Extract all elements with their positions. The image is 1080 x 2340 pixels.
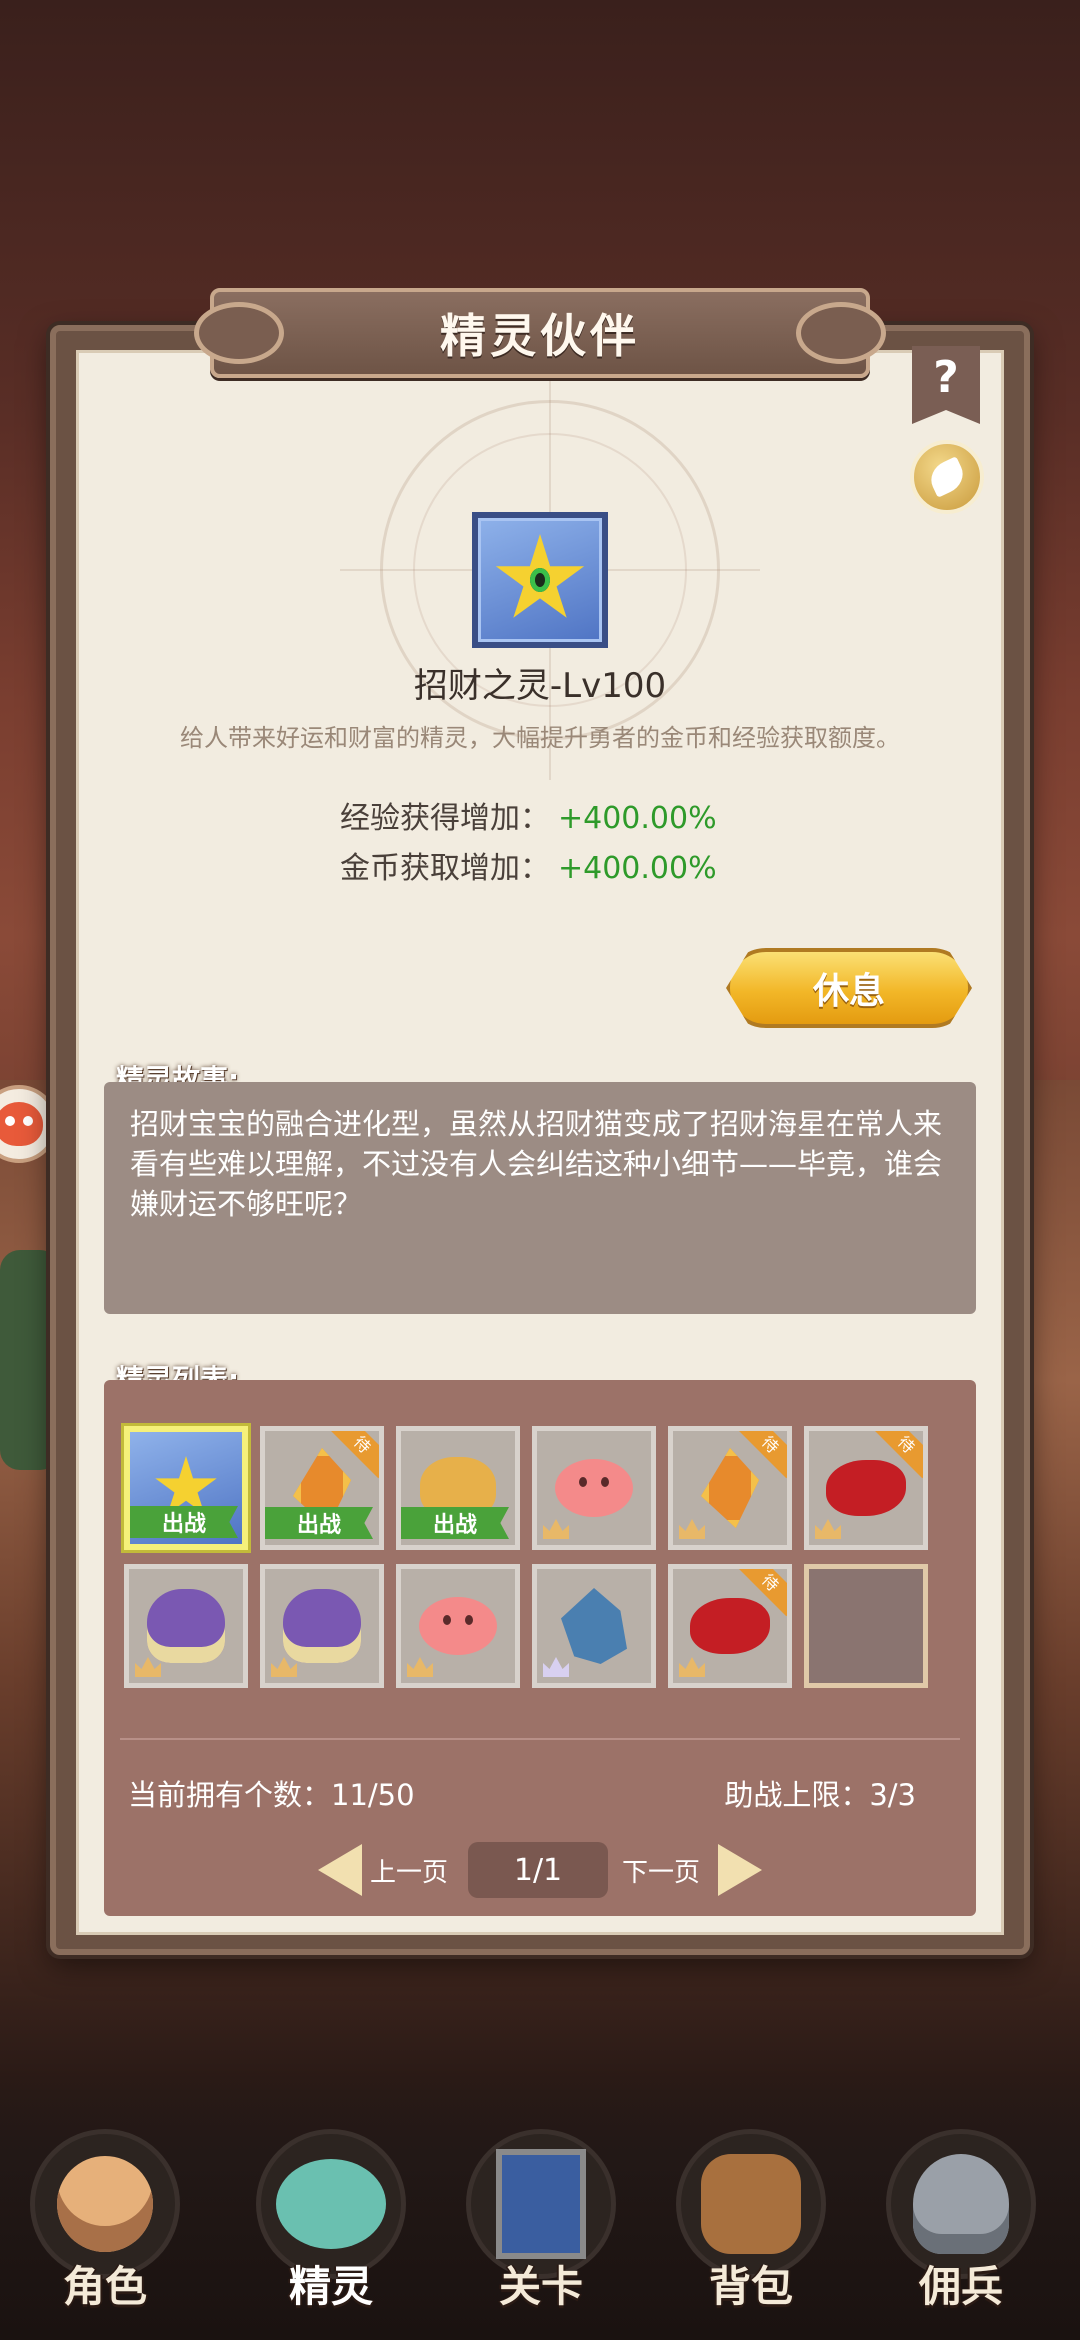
battle-tag: 出战	[265, 1507, 373, 1539]
spirit-grid: 出战待出战 出战待待待	[124, 1426, 928, 1688]
featured-spirit-description: 给人带来好运和财富的精灵，大幅提升勇者的金币和经验获取额度。	[180, 724, 900, 752]
crown-rank-icon	[543, 1657, 569, 1677]
featured-spirit-name: 招财之灵-Lv100	[413, 666, 667, 706]
question-icon: ?	[933, 352, 959, 403]
wing-button[interactable]	[910, 440, 984, 514]
nav-mercenary[interactable]: 佣兵	[866, 2110, 1056, 2340]
crown-rank-icon	[271, 1657, 297, 1677]
battle-tag: 出战	[401, 1507, 509, 1539]
crown-rank-icon	[679, 1657, 705, 1677]
spirit-slot[interactable]	[396, 1564, 520, 1688]
nav-label: 佣兵	[918, 2262, 1003, 2311]
mascot-face-icon	[0, 1102, 43, 1146]
crown-rank-icon	[135, 1657, 161, 1677]
page-title: 精灵伙伴	[440, 309, 640, 363]
spirit-slot[interactable]	[532, 1564, 656, 1688]
red-spirit-icon	[690, 1598, 770, 1654]
stat-label: 经验获得增加：	[340, 801, 550, 836]
assist-limit: 助战上限：3/3	[724, 1778, 916, 1812]
red-spirit-icon	[826, 1460, 906, 1516]
spirit-slot[interactable]: 待	[804, 1426, 928, 1550]
nav-backpack[interactable]: 背包	[656, 2110, 846, 2340]
crown-rank-icon	[407, 1657, 433, 1677]
spirit-slot[interactable]	[532, 1426, 656, 1550]
nav-stage[interactable]: 关卡	[446, 2110, 636, 2340]
wing-icon	[925, 456, 969, 498]
crown-rank-icon	[679, 1519, 705, 1539]
purple-helmet-icon	[147, 1589, 225, 1663]
crown-rank-icon	[543, 1519, 569, 1539]
spirit-slot[interactable]: 待	[668, 1564, 792, 1688]
blue-dragon-icon	[561, 1588, 627, 1664]
battle-tag: 出战	[130, 1506, 238, 1538]
prev-page-button[interactable]: 上一页	[370, 1842, 448, 1898]
crown-rank-icon	[815, 1519, 841, 1539]
nav-label: 角色	[62, 2262, 147, 2311]
stat-value: +400.00%	[558, 851, 717, 886]
spirit-slot[interactable]: 出战	[124, 1426, 248, 1550]
spirit-slot[interactable]: 待	[668, 1426, 792, 1550]
stat-exp-bonus: 经验获得增加： +400.00%	[340, 793, 800, 837]
star-spirit-icon	[495, 534, 585, 618]
stat-value: +400.00%	[558, 801, 717, 836]
story-text: 招财宝宝的融合进化型，虽然从招财猫变成了招财海星在常人来看有些难以理解，不过没有…	[104, 1082, 976, 1314]
rest-button[interactable]: 休息	[726, 948, 972, 1028]
nav-label: 背包	[708, 2262, 793, 2311]
purple-helmet-icon	[283, 1589, 361, 1663]
title-banner: 精灵伙伴	[194, 288, 886, 378]
pink-blob-icon	[555, 1459, 633, 1517]
banner-ornament-left	[194, 302, 284, 364]
next-page-button[interactable]: 下一页	[622, 1842, 700, 1898]
stat-label: 金币获取增加：	[340, 851, 550, 886]
spirit-slot[interactable]: 出战	[396, 1426, 520, 1550]
featured-spirit-icon	[472, 512, 608, 648]
divider	[120, 1738, 960, 1740]
spirit-slot[interactable]	[260, 1564, 384, 1688]
empty-spirit-slot[interactable]	[804, 1564, 928, 1688]
pink-blob-icon	[419, 1597, 497, 1655]
nav-label: 关卡	[498, 2262, 583, 2311]
stat-gold-bonus: 金币获取增加： +400.00%	[340, 843, 800, 887]
spirit-slot[interactable]	[124, 1564, 248, 1688]
nav-spirit[interactable]: 精灵	[236, 2110, 426, 2340]
spirit-list-panel: 出战待出战 出战待待待	[104, 1380, 976, 1916]
nav-label: 精灵	[288, 2262, 373, 2311]
owned-count: 当前拥有个数：11/50	[128, 1778, 415, 1812]
nav-hero[interactable]: 角色	[10, 2110, 200, 2340]
crystal-spirit-icon	[701, 1448, 759, 1528]
spirit-slot[interactable]: 待出战	[260, 1426, 384, 1550]
banner-ornament-right	[796, 302, 886, 364]
page-indicator: 1/1	[468, 1842, 608, 1898]
